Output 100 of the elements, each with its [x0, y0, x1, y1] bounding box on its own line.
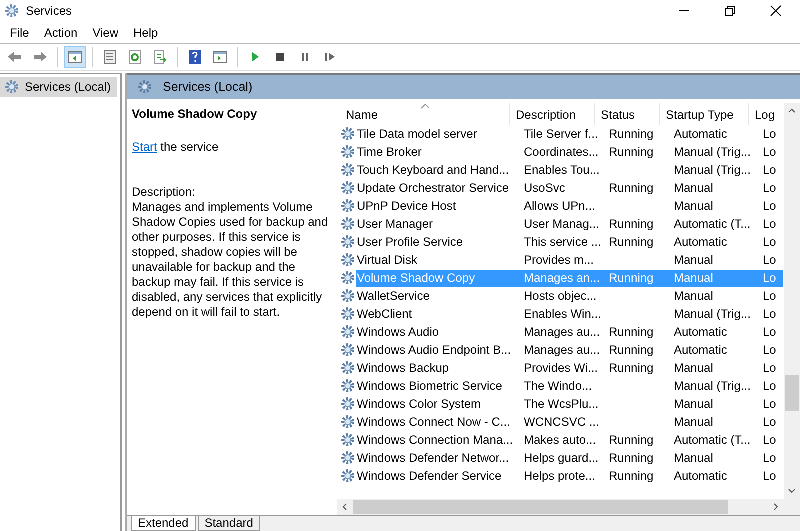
table-cell-text: User Manag...: [523, 216, 600, 232]
service-row[interactable]: Tile Data model server Tile Server f... Running Automatic Lo: [340, 125, 784, 143]
scroll-up-icon[interactable]: [788, 107, 796, 115]
service-name: Windows Color System: [356, 396, 482, 412]
service-row[interactable]: Windows Color System The WcsPlu... Manual Lo: [340, 395, 784, 413]
table-cell-text: Automatic (T...: [673, 216, 752, 232]
service-row[interactable]: Update Orchestrator Service UsoSvc Running Manual Lo: [340, 179, 784, 197]
service-row[interactable]: Windows Connection Mana... Makes auto... Running Automatic (T... Lo: [340, 431, 784, 449]
service-row[interactable]: User Manager User Manag... Running Automatic (T... Lo: [340, 215, 784, 233]
gear-icon: [340, 180, 356, 196]
window-title: Services: [26, 4, 72, 18]
service-row[interactable]: UPnP Device Host Allows UPn... Manual Lo: [340, 197, 784, 215]
service-row[interactable]: WebClient Enables Win... Manual (Trig... Lo: [340, 305, 784, 323]
column-header[interactable]: Startup Type: [660, 103, 749, 125]
service-row[interactable]: Windows Biometric Service The Windo... Manual (Trig... Lo: [340, 377, 784, 395]
table-cell-text: Manual (Trig...: [673, 378, 752, 394]
gear-icon: [340, 252, 356, 268]
table-cell-text: Lo: [762, 432, 778, 448]
table-cell-text: Hosts objec...: [523, 288, 598, 304]
table-cell-text: Lo: [762, 126, 778, 142]
service-row[interactable]: WalletService Hosts objec... Manual Lo: [340, 287, 784, 305]
table-cell-text: Manual: [673, 252, 714, 268]
table-cell-text: Manual: [673, 198, 714, 214]
start-service-text: Start the service: [132, 140, 220, 155]
table-cell-text: Running: [608, 216, 655, 232]
menu-item[interactable]: File: [10, 26, 30, 40]
gear-icon: [137, 79, 153, 95]
view-tab[interactable]: Extended: [131, 516, 196, 531]
gear-icon: [340, 288, 356, 304]
table-cell-text: UsoSvc: [523, 180, 566, 196]
service-row[interactable]: Windows Audio Manages au... Running Automatic Lo: [340, 323, 784, 341]
table-cell-text: Automatic: [673, 468, 728, 484]
service-name: Touch Keyboard and Hand...: [356, 162, 510, 178]
service-name: Windows Connect Now - C...: [356, 414, 512, 430]
table-cell-text: Provides m...: [523, 252, 596, 268]
tree-pane-icon[interactable]: [64, 46, 86, 68]
menu-item[interactable]: View: [92, 26, 118, 40]
table-cell-text: The WcsPlu...: [523, 396, 600, 412]
service-row[interactable]: Windows Connect Now - C... WCNCSVC ... Manual Lo: [340, 413, 784, 431]
gear-icon: [340, 450, 356, 466]
scroll-right-icon[interactable]: [772, 503, 780, 511]
gear-icon: [340, 414, 356, 430]
table-cell-text: Tile Server f...: [523, 126, 600, 142]
column-header[interactable]: Status: [595, 103, 660, 125]
table-cell-text: Lo: [762, 180, 778, 196]
service-name: Windows Connection Mana...: [356, 432, 514, 448]
table-cell-text: Running: [608, 432, 655, 448]
table-cell-text: This service ...: [523, 234, 602, 250]
service-row[interactable]: User Profile Service This service ... Running Automatic Lo: [340, 233, 784, 251]
table-cell-text: WCNCSVC ...: [523, 414, 600, 430]
table-cell-text: Running: [608, 450, 655, 466]
service-row[interactable]: Windows Defender Networ... Helps guard... Running Manual Lo: [340, 449, 784, 467]
start-link[interactable]: Start: [132, 140, 158, 154]
table-cell-text: Lo: [762, 306, 778, 322]
scrollbar-thumb[interactable]: [353, 500, 728, 514]
scrollbar-thumb[interactable]: [785, 375, 799, 411]
column-header[interactable]: Name: [340, 103, 510, 125]
service-name: WalletService: [356, 288, 431, 304]
service-row[interactable]: Virtual Disk Provides m... Manual Lo: [340, 251, 784, 269]
service-row[interactable]: Windows Audio Endpoint B... Manages au... Running Automatic Lo: [340, 341, 784, 359]
table-cell: Lo: [757, 270, 783, 286]
service-title: Volume Shadow Copy: [132, 107, 258, 122]
table-cell-text: Makes auto...: [523, 432, 598, 448]
service-row[interactable]: Windows Backup Provides Wi... Running Manual Lo: [340, 359, 784, 377]
service-row[interactable]: Touch Keyboard and Hand... Enables Tou... Manual (Trig... Lo: [340, 161, 784, 179]
table-cell-text: Helps prote...: [523, 468, 596, 484]
table-cell-text: Running: [608, 144, 655, 160]
restore-icon[interactable]: [724, 5, 736, 17]
table-cell-text: Manual (Trig...: [673, 144, 752, 160]
gear-icon: [340, 378, 356, 394]
menu-item[interactable]: Action: [44, 26, 78, 40]
tree-item[interactable]: Services (Local): [0, 77, 117, 97]
table-cell: Manages an...: [518, 270, 603, 286]
gear-icon: [340, 432, 356, 448]
service-name: Volume Shadow Copy: [356, 270, 518, 286]
table-cell-text: Manual: [673, 360, 714, 376]
table-cell-text: Manual: [673, 396, 714, 412]
table-cell-text: Helps guard...: [523, 450, 600, 466]
service-name: Windows Backup: [356, 360, 450, 376]
table-cell-text: Manual (Trig...: [673, 306, 752, 322]
menu-item[interactable]: Help: [134, 26, 158, 40]
column-header[interactable]: Description: [510, 103, 595, 125]
service-name: Virtual Disk: [356, 252, 418, 268]
table-cell-text: Lo: [762, 144, 778, 160]
service-row[interactable]: Windows Defender Service Helps prote... Running Automatic Lo: [340, 467, 784, 485]
scroll-left-icon[interactable]: [341, 503, 349, 511]
table-cell-text: Manual: [673, 288, 714, 304]
table-cell-text: Manual: [673, 450, 714, 466]
table-cell-text: Manual: [673, 180, 714, 196]
table-cell-text: The Windo...: [523, 378, 594, 394]
view-tab[interactable]: Standard: [198, 516, 260, 531]
column-header[interactable]: Log: [749, 103, 775, 125]
service-name: Windows Defender Networ...: [356, 450, 510, 466]
table-cell-text: Automatic (T...: [673, 432, 752, 448]
gear-icon: [340, 270, 356, 286]
gear-icon: [4, 79, 20, 95]
scroll-down-icon[interactable]: [788, 487, 796, 495]
service-row[interactable]: Time Broker Coordinates... Running Manual (Trig... Lo: [340, 143, 784, 161]
table-cell-text: Running: [608, 342, 655, 358]
close-icon[interactable]: [770, 5, 782, 17]
